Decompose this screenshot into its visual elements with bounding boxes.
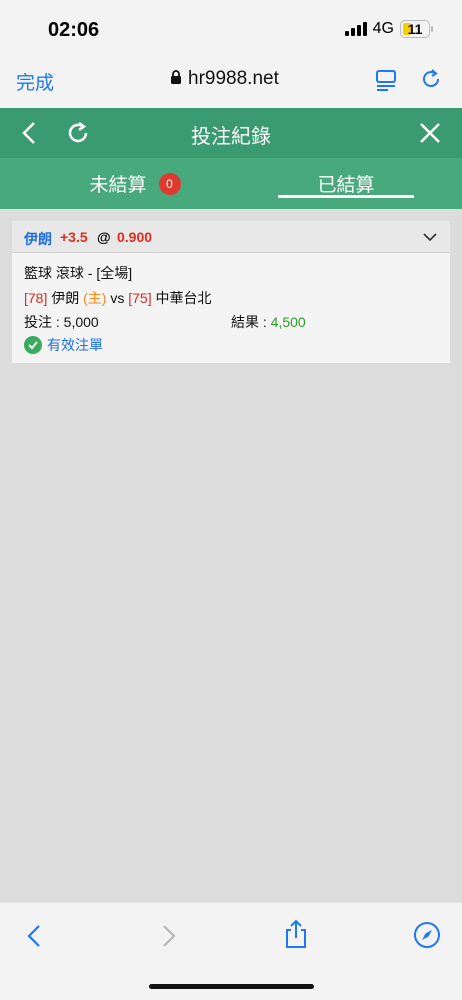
result-info: 結果 : 4,500 bbox=[231, 312, 306, 332]
tab-unsettled-label: 未結算 bbox=[89, 175, 147, 196]
page-title: 投注紀錄 bbox=[191, 126, 271, 148]
battery-icon: 11 bbox=[400, 20, 433, 38]
status-bar: 02:06 4G 11 bbox=[0, 0, 462, 60]
forward-icon[interactable] bbox=[157, 923, 179, 949]
bet-team: 伊朗 bbox=[24, 231, 52, 247]
tab-unsettled[interactable]: 未結算 0 bbox=[40, 158, 230, 209]
compass-icon[interactable] bbox=[413, 921, 441, 949]
url-field[interactable]: hr9988.net bbox=[170, 68, 279, 90]
home-score: [78] bbox=[24, 290, 48, 306]
bet-status: 有效注單 bbox=[24, 335, 103, 355]
result-value: 4,500 bbox=[270, 314, 306, 330]
bet-handicap: +3.5 bbox=[60, 229, 88, 245]
chevron-down-icon[interactable] bbox=[422, 229, 438, 245]
bet-at-symbol: @ bbox=[97, 229, 111, 245]
stake-amount: 投注 : 5,000 bbox=[24, 314, 99, 330]
active-tab-indicator bbox=[278, 195, 414, 198]
app-header: 投注紀錄 bbox=[0, 108, 462, 158]
tab-settled[interactable]: 已結算 bbox=[278, 158, 414, 209]
share-icon[interactable] bbox=[283, 919, 309, 949]
bet-record-card[interactable]: 伊朗 +3.5 @ 0.900 籃球 滾球 - [全場] [78] 伊朗 (主)… bbox=[12, 221, 450, 363]
network-type: 4G bbox=[372, 20, 394, 37]
vs-label: vs bbox=[110, 290, 125, 306]
home-indicator bbox=[149, 984, 314, 989]
status-indicators: 4G 11 bbox=[344, 20, 433, 38]
check-circle-icon bbox=[24, 336, 42, 354]
result-label: 結果 : bbox=[231, 314, 271, 330]
tab-settled-label: 已結算 bbox=[317, 175, 375, 196]
home-marker: (主) bbox=[83, 290, 107, 306]
browser-bar: 完成 hr9988.net bbox=[0, 60, 462, 108]
cellular-signal-icon bbox=[344, 22, 367, 36]
back-icon[interactable] bbox=[24, 923, 46, 949]
reader-view-icon[interactable] bbox=[374, 68, 398, 92]
done-button[interactable]: 完成 bbox=[16, 68, 54, 95]
home-team: 伊朗 bbox=[51, 290, 80, 306]
url-text: hr9988.net bbox=[188, 68, 279, 89]
lock-icon bbox=[170, 70, 182, 88]
bet-odds: 0.900 bbox=[117, 229, 153, 245]
unsettled-count-badge: 0 bbox=[158, 172, 181, 195]
close-icon[interactable] bbox=[418, 121, 442, 145]
bet-summary-header[interactable]: 伊朗 +3.5 @ 0.900 bbox=[12, 221, 450, 253]
sport-info: 籃球 滾球 - [全場] bbox=[24, 265, 133, 281]
match-info: [78] 伊朗 (主) vs [75] 中華台北 bbox=[24, 288, 212, 308]
tab-bar: 未結算 0 已結算 bbox=[0, 158, 462, 209]
away-team: 中華台北 bbox=[155, 290, 212, 306]
battery-level: 11 bbox=[407, 21, 423, 37]
reload-icon[interactable] bbox=[419, 67, 443, 91]
bet-status-label: 有效注單 bbox=[47, 337, 103, 353]
away-score: [75] bbox=[128, 290, 152, 306]
status-time: 02:06 bbox=[48, 19, 100, 41]
